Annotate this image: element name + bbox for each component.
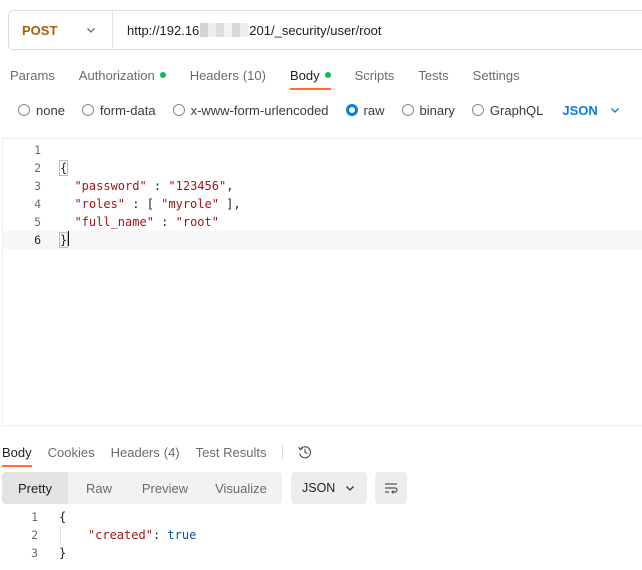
- json-key: "roles": [74, 197, 126, 211]
- chevron-down-icon: [346, 486, 354, 491]
- view-visualize-button[interactable]: Visualize: [200, 472, 282, 504]
- headers-count: (10): [242, 67, 266, 83]
- redacted-ip-segment: [200, 23, 249, 37]
- divider: [282, 444, 284, 460]
- tab-cookies[interactable]: Cookies: [48, 443, 95, 461]
- line-number: 1: [31, 510, 38, 524]
- radio-circle: [81, 104, 94, 116]
- response-code-line: 3 }: [0, 544, 300, 562]
- response-format-dropdown[interactable]: JSON: [291, 472, 367, 504]
- response-code-line: 2 "created": true: [0, 526, 300, 544]
- radio-raw[interactable]: raw: [345, 103, 385, 118]
- radio-binary[interactable]: binary: [401, 103, 455, 118]
- radio-form-data[interactable]: form-data: [81, 103, 156, 118]
- view-pretty-button[interactable]: Pretty: [2, 472, 68, 504]
- method-selector[interactable]: POST: [9, 11, 113, 49]
- tab-scripts[interactable]: Scripts: [355, 66, 395, 84]
- json-value: "root": [175, 215, 219, 229]
- status-dot: [159, 72, 166, 78]
- tab-response-body[interactable]: Body: [2, 443, 32, 467]
- radio-circle: [18, 104, 30, 116]
- url-bar: POST http://192.16 201/_security/user/ro…: [8, 10, 642, 50]
- url-suffix: 201/_security/user/root: [249, 22, 382, 38]
- line-number: 2: [31, 528, 38, 542]
- line-number: 5: [34, 215, 41, 229]
- radio-circle: [401, 104, 414, 116]
- status-dot: [324, 72, 331, 78]
- line-number: 1: [34, 143, 41, 157]
- json-key: "password": [74, 179, 147, 193]
- tab-tests[interactable]: Tests: [418, 66, 448, 84]
- headers-count: (4): [163, 444, 180, 460]
- view-raw-button[interactable]: Raw: [68, 472, 130, 504]
- close-brace: }: [59, 546, 67, 560]
- code-line-current: 6 }: [3, 231, 642, 249]
- wrap-lines-icon: [385, 483, 398, 494]
- code-line: 3 "password" : "123456",: [3, 177, 642, 195]
- line-number: 6: [34, 233, 41, 247]
- response-code-line: 1 {: [0, 508, 300, 526]
- wrap-lines-button[interactable]: [375, 472, 407, 504]
- response-view-modes: Pretty Raw Preview Visualize: [2, 472, 282, 504]
- json-value: "myrole": [161, 197, 219, 211]
- radio-circle: [172, 104, 185, 116]
- chevron-down-icon: [87, 28, 95, 33]
- tab-params[interactable]: Params: [10, 66, 55, 84]
- tab-authorization[interactable]: Authorization: [79, 66, 166, 84]
- response-tabs: Body Cookies Headers (4) Test Results: [2, 440, 313, 467]
- radio-circle: [345, 104, 358, 116]
- method-label: POST: [22, 22, 58, 38]
- radio-circle: [471, 104, 484, 116]
- url-input[interactable]: http://192.16 201/_security/user/root: [113, 23, 382, 38]
- line-number: 2: [34, 161, 41, 175]
- radio-none[interactable]: none: [18, 103, 65, 118]
- line-number: 3: [31, 546, 38, 560]
- radio-x-www-form-urlencoded[interactable]: x-www-form-urlencoded: [172, 103, 329, 118]
- open-brace: {: [59, 510, 67, 524]
- code-line: 5 "full_name" : "root": [3, 213, 642, 231]
- code-line: 4 "roles" : [ "myrole" ],: [3, 195, 642, 213]
- close-brace: }: [58, 232, 69, 248]
- code-line: 2 {: [3, 159, 642, 177]
- line-number: 4: [34, 197, 41, 211]
- tab-body[interactable]: Body: [289, 66, 331, 90]
- tab-test-results[interactable]: Test Results: [196, 443, 267, 461]
- request-body-editor[interactable]: 1 2 { 3 "password" : "123456", 4 "roles"…: [2, 138, 642, 426]
- body-format-dropdown[interactable]: JSON: [562, 103, 619, 118]
- tab-headers[interactable]: Headers (10): [190, 66, 266, 84]
- body-type-radios: none form-data x-www-form-urlencoded raw…: [18, 101, 620, 119]
- url-prefix: http://192.16: [127, 22, 200, 38]
- code-line: 1: [3, 141, 642, 159]
- json-key: "created": [87, 528, 153, 542]
- open-brace: {: [58, 160, 69, 176]
- tab-response-headers[interactable]: Headers (4): [111, 443, 180, 461]
- history-icon[interactable]: [297, 444, 313, 460]
- text-cursor: [68, 231, 70, 246]
- json-value: true: [167, 528, 197, 542]
- view-preview-button[interactable]: Preview: [130, 472, 200, 504]
- tab-settings[interactable]: Settings: [473, 66, 520, 84]
- request-tabs: Params Authorization Headers (10) Body Sc…: [10, 66, 544, 90]
- json-value: "123456": [168, 179, 227, 193]
- radio-graphql[interactable]: GraphQL: [471, 103, 543, 118]
- line-number: 3: [34, 179, 41, 193]
- chevron-down-icon: [610, 108, 619, 113]
- json-key: "full_name": [74, 215, 154, 229]
